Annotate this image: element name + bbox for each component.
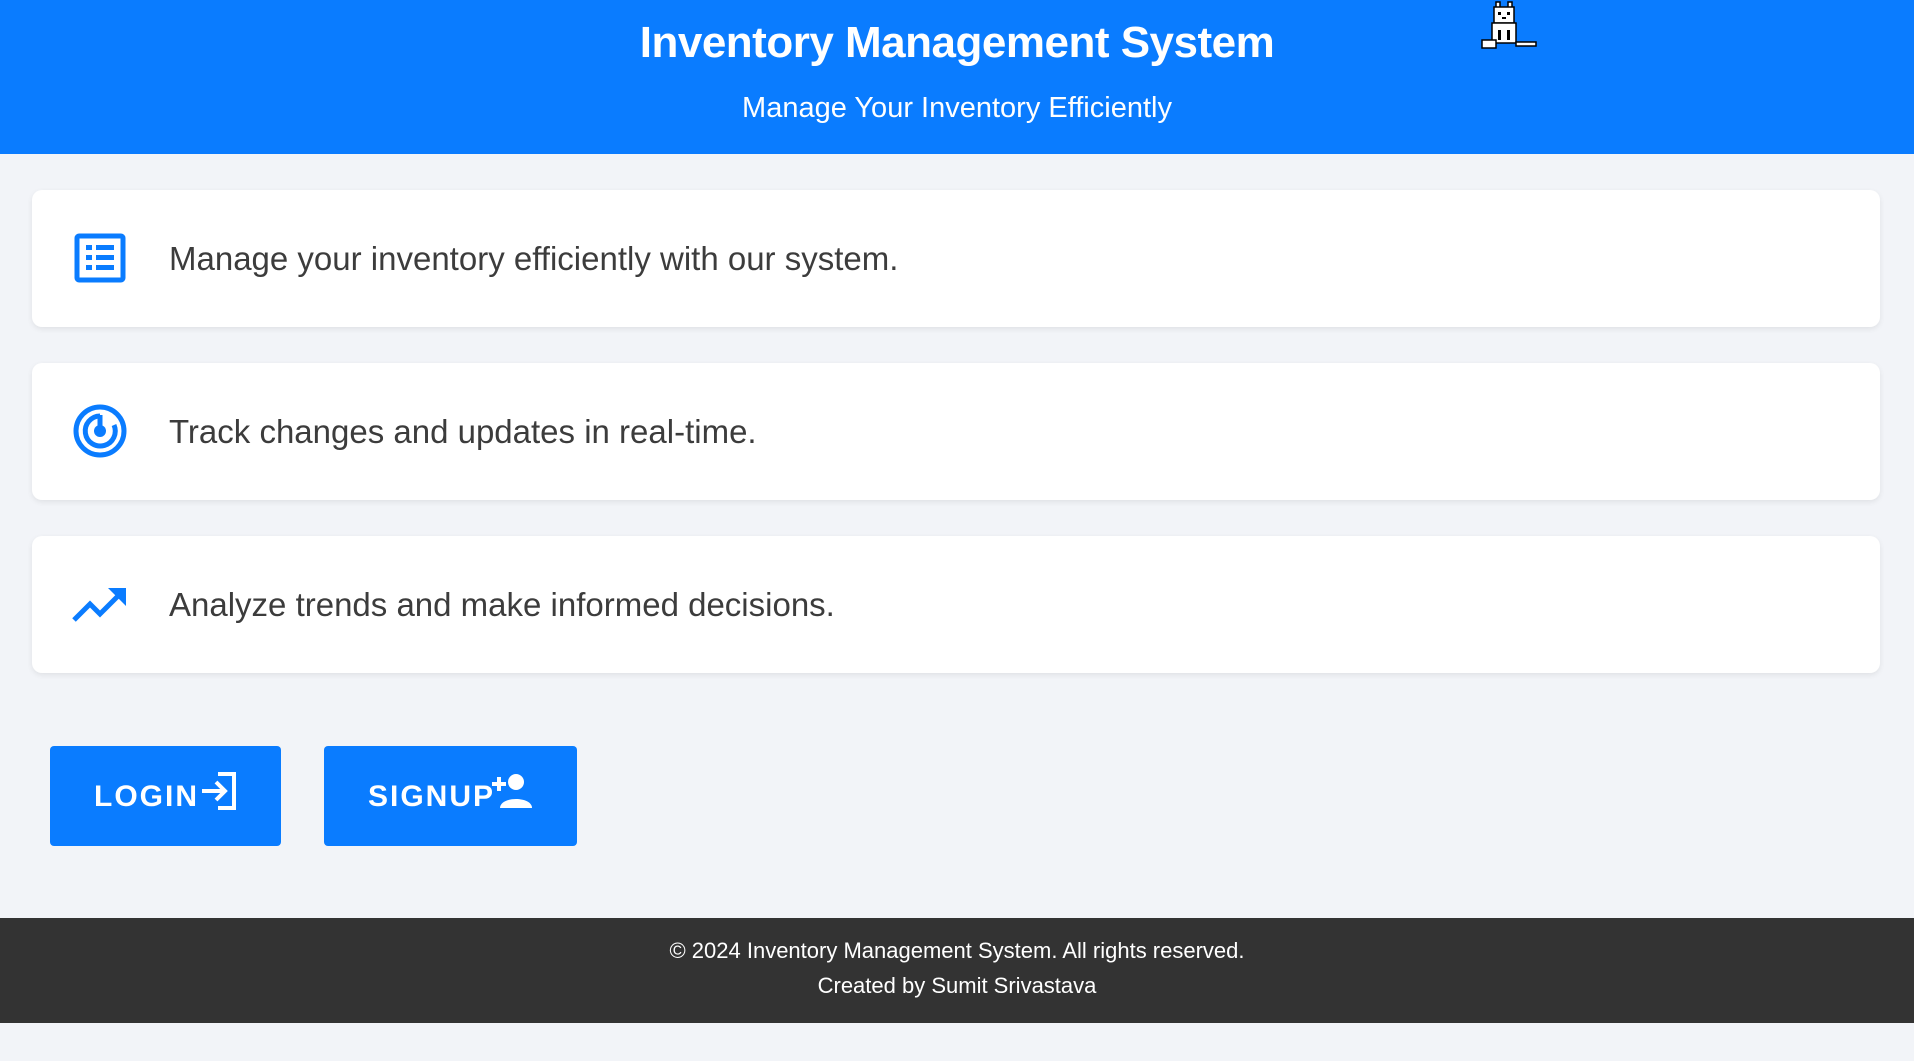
page-header: Inventory Management System Manage Your …: [0, 0, 1914, 154]
feature-text: Analyze trends and make informed decisio…: [169, 586, 835, 623]
footer-copyright: © 2024 Inventory Management System. All …: [669, 938, 1245, 963]
radar-icon: [73, 404, 127, 458]
feature-text: Track changes and updates in real-time.: [169, 413, 757, 450]
login-icon: [202, 772, 236, 810]
login-button[interactable]: LOGIN: [50, 746, 281, 846]
feature-card-track: Track changes and updates in real-time.: [32, 363, 1880, 500]
pixel-cat-mascot-icon: [1481, 1, 1537, 49]
page-footer: © 2024 Inventory Management System. All …: [0, 918, 1914, 1023]
feature-text: Manage your inventory efficiently with o…: [169, 240, 899, 277]
footer-credit: Created by Sumit Srivastava: [817, 973, 1097, 998]
login-button-label: LOGIN: [94, 780, 199, 813]
page-subtitle: Manage Your Inventory Efficiently: [742, 92, 1172, 124]
feature-card-analyze: Analyze trends and make informed decisio…: [32, 536, 1880, 673]
trending-up-icon: [72, 588, 126, 622]
signup-button-label: SIGNUP: [368, 780, 496, 813]
list-icon: [74, 233, 126, 283]
signup-button[interactable]: SIGNUP: [324, 746, 577, 846]
person-add-icon: [492, 774, 532, 808]
page-title: Inventory Management System: [639, 18, 1275, 67]
feature-card-manage: Manage your inventory efficiently with o…: [32, 190, 1880, 327]
